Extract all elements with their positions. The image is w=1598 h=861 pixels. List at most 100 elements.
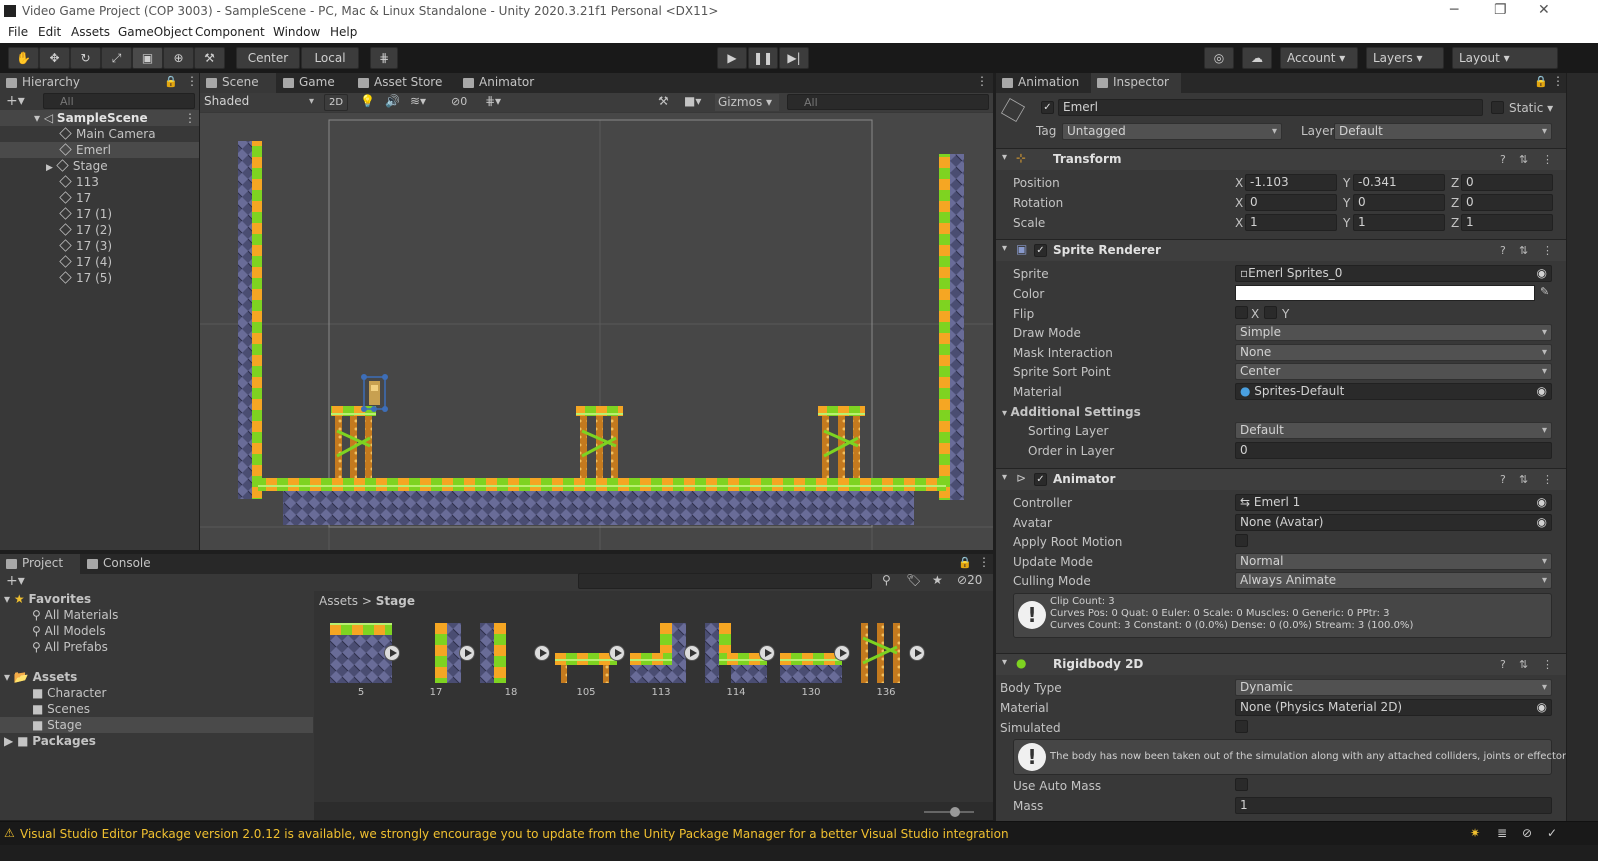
zoom-slider-track[interactable] — [924, 811, 974, 813]
rigidbody-2d-header[interactable]: ▾ ● Rigidbody 2D ? ⇅ ⋮ — [996, 653, 1566, 675]
draw-mode-dropdown[interactable]: Simple — [1235, 324, 1552, 341]
collab-icon[interactable]: ◎ — [1204, 47, 1234, 69]
effects-icon[interactable]: ≋▾ — [410, 94, 426, 108]
hierarchy-item-17-2[interactable]: 17 (2) — [0, 222, 199, 238]
pivot-local-button[interactable]: Local — [301, 47, 359, 69]
breadcrumb-root[interactable]: Assets — [319, 594, 358, 608]
menu-file[interactable]: File — [8, 25, 28, 39]
avatar-object-field[interactable]: None (Avatar) ◉ — [1235, 514, 1552, 531]
scale-tool-icon[interactable]: ⤢ — [101, 47, 132, 69]
asset-item-5[interactable]: 5 — [330, 623, 400, 698]
expand-asset-icon[interactable] — [909, 645, 925, 661]
packages-row[interactable]: ▶ ■ Packages — [4, 733, 96, 749]
hierarchy-item-17[interactable]: 17 — [0, 190, 199, 206]
presets-icon[interactable]: ⇅ — [1519, 473, 1528, 486]
scale-z-field[interactable]: 1 — [1461, 214, 1553, 231]
update-mode-dropdown[interactable]: Normal — [1235, 553, 1552, 570]
layer-dropdown[interactable]: Default — [1334, 123, 1552, 140]
scene-search-input[interactable]: All — [787, 94, 989, 110]
asset-item-113[interactable]: 113 — [630, 623, 700, 698]
hierarchy-item-113[interactable]: 113 — [0, 174, 199, 190]
flip-x-checkbox[interactable] — [1235, 306, 1248, 319]
fold-arrow-icon[interactable]: ▾ — [1002, 243, 1007, 254]
position-x-field[interactable]: -1.103 — [1245, 174, 1337, 191]
sorting-layer-dropdown[interactable]: Default — [1235, 422, 1552, 439]
static-checkbox[interactable] — [1491, 101, 1504, 114]
component-menu-icon[interactable]: ⋮ — [1542, 244, 1553, 257]
project-more-icon[interactable]: ⋮ — [978, 555, 990, 569]
static-dropdown[interactable]: Static ▾ — [1509, 101, 1553, 115]
cloud-icon[interactable]: ☁ — [1242, 47, 1272, 69]
scene-more-icon[interactable]: ⋮ — [976, 74, 988, 88]
scale-x-field[interactable]: 1 — [1245, 214, 1337, 231]
culling-mode-dropdown[interactable]: Always Animate — [1235, 572, 1552, 589]
maximize-icon[interactable]: ❐ — [1494, 2, 1507, 18]
cache-server-icon[interactable]: ≣ — [1497, 826, 1507, 840]
physics-material-field[interactable]: None (Physics Material 2D) ◉ — [1235, 699, 1552, 716]
audio-icon[interactable]: 🔊 — [385, 94, 400, 108]
fold-arrow-icon[interactable]: ▾ — [1002, 152, 1007, 163]
camera-icon[interactable]: ■▾ — [684, 94, 701, 108]
hidden-packages-icon[interactable]: ⊘20 — [957, 573, 982, 587]
tab-inspector[interactable]: Inspector — [1091, 73, 1181, 93]
rotation-x-field[interactable]: 0 — [1245, 194, 1337, 211]
tab-scene[interactable]: Scene — [200, 73, 276, 93]
tag-dropdown[interactable]: Untagged — [1062, 123, 1282, 140]
custom-tool-icon[interactable]: ⚒ — [194, 47, 225, 69]
expand-asset-icon[interactable] — [759, 645, 775, 661]
hierarchy-search-input[interactable]: All — [43, 93, 195, 109]
expand-asset-icon[interactable] — [684, 645, 700, 661]
create-add-icon[interactable]: +▾ — [6, 573, 25, 589]
presets-icon[interactable]: ⇅ — [1519, 244, 1528, 257]
close-icon[interactable]: ✕ — [1538, 2, 1550, 18]
apply-root-motion-checkbox[interactable] — [1235, 534, 1248, 547]
eyedropper-icon[interactable]: ✎ — [1540, 285, 1549, 298]
controller-object-field[interactable]: ⇆ Emerl 1 ◉ — [1235, 494, 1552, 511]
scene-viewport[interactable] — [200, 113, 993, 550]
lock-icon[interactable]: 🔒 — [1534, 75, 1548, 88]
tab-console[interactable]: Console — [81, 554, 161, 574]
tab-game[interactable]: Game — [277, 73, 351, 93]
grid-snap-icon[interactable]: ⋕ — [370, 47, 398, 69]
flip-y-checkbox[interactable] — [1264, 306, 1277, 319]
scene-more-icon[interactable]: ⋮ — [184, 110, 196, 126]
zoom-slider-handle[interactable] — [950, 807, 960, 817]
hierarchy-item-emerl[interactable]: Emerl — [0, 142, 199, 158]
lock-icon[interactable]: 🔒 — [958, 556, 972, 569]
object-picker-icon[interactable]: ◉ — [1537, 495, 1547, 510]
position-z-field[interactable]: 0 — [1461, 174, 1553, 191]
transform-header[interactable]: ▾ ⊹ Transform ? ⇅ ⋮ — [996, 148, 1566, 170]
layout-dropdown[interactable]: Layout ▾ — [1452, 47, 1558, 69]
expand-arrow-icon[interactable]: ▾ — [34, 111, 40, 125]
menu-help[interactable]: Help — [330, 25, 357, 39]
grid-toggle-icon[interactable]: ⋕▾ — [485, 94, 501, 108]
enabled-checkbox[interactable]: ✓ — [1034, 244, 1047, 257]
folder-stage[interactable]: ■ Stage — [0, 717, 313, 733]
asset-item-17[interactable]: 17 — [405, 623, 475, 698]
order-in-layer-field[interactable]: 0 — [1235, 442, 1552, 459]
project-search-input[interactable] — [578, 573, 872, 589]
breadcrumb-current[interactable]: Stage — [376, 594, 415, 608]
menu-gameobject[interactable]: GameObject — [118, 25, 193, 39]
active-checkbox[interactable]: ✓ — [1041, 101, 1054, 114]
tab-asset-store[interactable]: Asset Store — [352, 73, 448, 93]
tab-project[interactable]: Project — [0, 554, 80, 574]
enabled-checkbox[interactable]: ✓ — [1034, 473, 1047, 486]
inspector-more-icon[interactable]: ⋮ — [1552, 74, 1564, 88]
auto-refresh-icon[interactable]: ✓ — [1547, 826, 1557, 840]
expand-asset-icon[interactable] — [609, 645, 625, 661]
transform-tool-icon[interactable]: ⊕ — [163, 47, 194, 69]
pause-button[interactable]: ❚❚ — [748, 47, 778, 69]
help-icon[interactable]: ? — [1500, 473, 1506, 486]
step-button[interactable]: ▶| — [779, 47, 809, 69]
asset-item-105[interactable]: 105 — [555, 623, 625, 698]
hierarchy-item-stage[interactable]: ▶ Stage — [0, 158, 199, 174]
object-name-field[interactable]: Emerl — [1058, 99, 1483, 116]
favorite-item[interactable]: ⚲ All Prefabs — [32, 639, 108, 655]
assets-row[interactable]: ▾ 📂 Assets — [4, 669, 77, 685]
expand-asset-icon[interactable] — [834, 645, 850, 661]
animator-header[interactable]: ▾ ⊳ ✓ Animator ? ⇅ ⋮ — [996, 468, 1566, 490]
collapse-arrow-icon[interactable]: ▶ — [46, 163, 53, 173]
asset-item-18[interactable]: 18 — [480, 623, 550, 698]
rect-tool-icon[interactable]: ▣ — [132, 47, 163, 69]
